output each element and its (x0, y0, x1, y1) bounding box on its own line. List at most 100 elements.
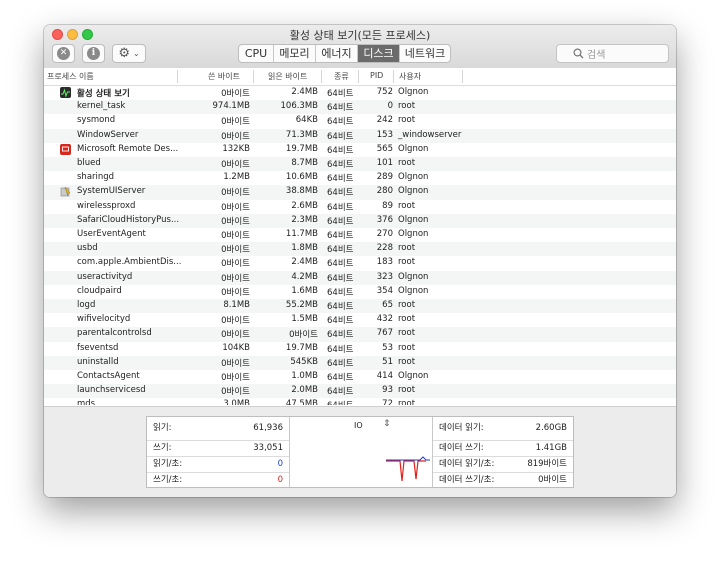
table-row[interactable]: uninstalld 0바이트 545KB 64비트 51 root (44, 355, 676, 370)
table-row[interactable]: kernel_task 974.1MB 106.3MB 64비트 0 root (44, 100, 676, 115)
table-row[interactable]: logd 8.1MB 55.2MB 64비트 65 root (44, 299, 676, 314)
process-kind: 64비트 (327, 358, 354, 369)
table-row[interactable]: sysmond 0바이트 64KB 64비트 242 root (44, 114, 676, 128)
table-row[interactable]: UserEventAgent 0바이트 11.7MB 64비트 270 Olgnon (44, 228, 676, 242)
table-row[interactable]: blued 0바이트 8.7MB 64비트 101 root (44, 157, 676, 172)
tab-energy[interactable]: 에너지 (316, 45, 358, 62)
bytes-written: 0바이트 (221, 202, 250, 213)
bytes-read: 47.5MB (285, 399, 318, 405)
bytes-written: 0바이트 (221, 287, 250, 298)
io-graph-plot (386, 456, 430, 482)
table-row[interactable]: com.apple.AmbientDis... 0바이트 2.4MB 64비트 183 r… (44, 256, 676, 270)
bytes-read: 4.2MB (291, 271, 318, 282)
process-user: Olgnon (398, 172, 429, 183)
table-row[interactable]: parentalcontrolsd 0바이트 0바이트 64비트 767 root (44, 327, 676, 342)
process-kind: 64비트 (327, 103, 354, 114)
summary-area: 읽기: 61,936 쓰기: 33,051 읽기/초: 0 쓰기/초: 0 IO… (44, 406, 676, 497)
table-row[interactable]: usbd 0바이트 1.8MB 64비트 228 root (44, 242, 676, 257)
process-name: blued (77, 158, 101, 168)
tab-memory[interactable]: 메모리 (274, 45, 316, 62)
table-row[interactable]: WindowServer 0바이트 71.3MB 64비트 153 _windowserv… (44, 128, 676, 143)
process-user: _windowserver (398, 129, 462, 140)
process-kind: 64비트 (327, 316, 354, 327)
table-row[interactable]: SystemUIServer 0바이트 38.8MB 64비트 280 Olgnon (44, 185, 676, 200)
table-row[interactable]: ContactsAgent 0바이트 1.0MB 64비트 414 Olgnon (44, 370, 676, 384)
col-pid[interactable]: PID (370, 71, 383, 80)
table-row[interactable]: launchservicesd 0바이트 2.0MB 64비트 93 root (44, 384, 676, 399)
chevron-down-icon: ⌄ (132, 49, 140, 58)
process-name: useractivityd (77, 271, 133, 282)
tab-disk[interactable]: 디스크 (358, 45, 400, 62)
process-pid: 270 (376, 229, 393, 239)
col-bytes-read[interactable]: 읽은 바이트 (268, 71, 307, 82)
bytes-written: 0바이트 (221, 117, 250, 128)
process-name: kernel_task (77, 101, 126, 112)
process-kind: 64비트 (327, 245, 354, 256)
bytes-read: 1.0MB (291, 371, 318, 381)
bytes-written: 0바이트 (221, 231, 250, 241)
table-row[interactable]: wifivelocityd 0바이트 1.5MB 64비트 432 root (44, 313, 676, 327)
table-row[interactable]: SafariCloudHistoryPus... 0바이트 2.3MB 64비트 376… (44, 213, 676, 228)
process-user: root (398, 314, 416, 325)
bytes-written: 0바이트 (221, 89, 250, 99)
col-user[interactable]: 사용자 (399, 71, 421, 82)
table-row[interactable]: mds 3.0MB 47.5MB 64비트 72 root (44, 398, 676, 405)
process-pid: 101 (376, 158, 393, 168)
col-bytes-written[interactable]: 쓴 바이트 (208, 71, 240, 82)
bytes-read: 10.6MB (285, 172, 318, 183)
search-icon (573, 48, 584, 59)
tab-network[interactable]: 네트워크 (400, 45, 450, 62)
process-name: launchservicesd (77, 385, 146, 396)
bytes-written: 0바이트 (221, 330, 250, 341)
process-user: Olgnon (398, 285, 429, 296)
search-field[interactable]: 검색 (556, 44, 669, 63)
bytes-written: 0바이트 (221, 245, 250, 256)
bytes-written: 3.0MB (223, 399, 250, 405)
bytes-read: 8.7MB (291, 158, 318, 168)
process-name: uninstalld (77, 356, 119, 367)
activity-monitor-window: 활성 상태 보기(모든 프로세스) ✕ i ⚙ ⌄ CPU 메모리 에너지 디스… (44, 25, 676, 497)
table-row[interactable]: Microsoft Remote Des... 132KB 19.7MB 64비트 56… (44, 143, 676, 157)
table-row[interactable]: wirelessproxd 0바이트 2.6MB 64비트 89 root (44, 200, 676, 214)
bytes-read: 2.3MB (291, 214, 318, 225)
process-kind: 64비트 (327, 174, 354, 185)
table-row[interactable]: cloudpaird 0바이트 1.6MB 64비트 354 Olgnon (44, 285, 676, 299)
io-graph-read-line (386, 456, 430, 461)
bytes-written: 0바이트 (221, 316, 250, 327)
process-user: Olgnon (398, 229, 429, 239)
process-kind: 64비트 (327, 145, 354, 156)
process-user: root (398, 243, 416, 254)
remote-desktop-icon (60, 143, 71, 155)
process-name: Microsoft Remote Des... (77, 143, 179, 154)
bytes-written: 0바이트 (221, 259, 250, 270)
title-bar: 활성 상태 보기(모든 프로세스) ✕ i ⚙ ⌄ CPU 메모리 에너지 디스… (44, 25, 676, 69)
process-pid: 72 (382, 399, 393, 405)
process-kind: 64비트 (327, 188, 354, 199)
stop-process-button[interactable]: ✕ (52, 44, 75, 63)
stat-reads-per-sec: 읽기/초: 0 (153, 459, 283, 469)
process-table: 활성 상태 보기 0바이트 2.4MB 64비트 752 Olgnon kernel_tas… (44, 86, 676, 405)
stat-data-written: 데이터 쓰기: 1.41GB (439, 443, 567, 453)
table-row[interactable]: fseventsd 104KB 19.7MB 64비트 53 root (44, 342, 676, 356)
tab-cpu[interactable]: CPU (239, 45, 274, 62)
view-tabs: CPU 메모리 에너지 디스크 네트워크 (238, 44, 451, 63)
action-menu-button[interactable]: ⚙ ⌄ (112, 44, 146, 63)
col-process-name[interactable]: 프로세스 이름 (47, 71, 94, 82)
bytes-read: 106.3MB (280, 101, 319, 112)
col-kind[interactable]: 종류 (334, 71, 349, 82)
inspect-process-button[interactable]: i (82, 44, 105, 63)
stat-data-read-per-sec: 데이터 읽기/초: 819바이트 (439, 459, 567, 469)
process-name: com.apple.AmbientDis... (77, 257, 182, 268)
bytes-read: 19.7MB (285, 342, 318, 353)
table-row[interactable]: 활성 상태 보기 0바이트 2.4MB 64비트 752 Olgnon (44, 86, 676, 100)
bytes-read: 2.4MB (291, 257, 318, 268)
table-row[interactable]: useractivityd 0바이트 4.2MB 64비트 323 Olgnon (44, 270, 676, 285)
process-user: root (398, 342, 416, 353)
table-row[interactable]: sharingd 1.2MB 10.6MB 64비트 289 Olgnon (44, 171, 676, 185)
bytes-read: 71.3MB (285, 129, 318, 140)
process-user: root (398, 300, 416, 310)
process-user: root (398, 115, 416, 126)
process-pid: 51 (382, 356, 393, 367)
process-user: root (398, 328, 416, 339)
gear-icon: ⚙ (118, 46, 130, 61)
